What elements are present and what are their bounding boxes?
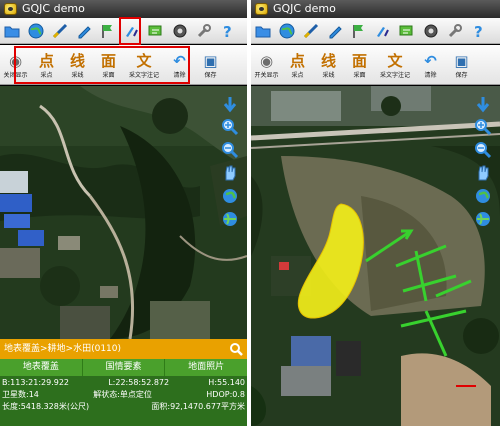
- zoom-out-icon[interactable]: [219, 140, 241, 160]
- tool-collect-text-button[interactable]: 文 采文字注记: [375, 45, 415, 85]
- wrench-icon[interactable]: [195, 22, 213, 40]
- svg-text:?: ?: [223, 23, 232, 40]
- info-breadcrumb-bar[interactable]: 地表覆盖>耕地>水田(0110): [0, 339, 247, 359]
- tab-land-cover[interactable]: 地表覆盖: [0, 359, 83, 376]
- full-extent-icon[interactable]: [219, 186, 241, 206]
- pan-hand-icon[interactable]: [472, 163, 494, 183]
- satellite-row: 卫星数:14 解状态:单点定位 HDOP:0.8: [2, 389, 245, 401]
- measurement-row: 长度:5418.328米(公尺) 面积:92,1470.677平方米: [2, 401, 245, 413]
- satellite-map[interactable]: [251, 86, 500, 426]
- coordinate-row: B:113:21:29.922 L:22:58:52.872 H:55.140: [2, 377, 245, 389]
- tab-national-features[interactable]: 国情要素: [83, 359, 166, 376]
- pan-hand-icon[interactable]: [219, 163, 241, 183]
- globe-icon[interactable]: [27, 22, 45, 40]
- title-bar: GQJC demo: [0, 0, 247, 18]
- flag-icon[interactable]: [99, 22, 117, 40]
- locate-globe-icon[interactable]: [472, 209, 494, 229]
- title-bar: GQJC demo: [251, 0, 500, 18]
- tool-clear-button[interactable]: ↶ 清除: [415, 45, 446, 85]
- collect-area-icon: 面: [351, 51, 367, 70]
- folder-icon[interactable]: [3, 22, 21, 40]
- collect-point-icon: 点: [289, 51, 305, 70]
- area-value: 面积:92,1470.677平方米: [151, 402, 245, 411]
- satellite-map[interactable]: [0, 86, 247, 339]
- pen-icon[interactable]: [326, 22, 344, 40]
- tool-collect-area-button[interactable]: 面 采面: [344, 45, 375, 85]
- zoom-in-icon[interactable]: [219, 117, 241, 137]
- tool-save-button[interactable]: ▣ 保存: [195, 45, 226, 85]
- left-phone-screen: GQJC demo ? ◉ 关闭显示 点 采点 线 采线 面 采面 文 采文字注…: [0, 0, 247, 426]
- eye-icon: ◉: [259, 51, 274, 70]
- tool-toggle-display-button[interactable]: ◉ 开关显示: [251, 45, 282, 85]
- tab-ground-photos[interactable]: 地面照片: [165, 359, 247, 376]
- feature-info-panel: 地表覆盖>耕地>水田(0110) 地表覆盖 国情要素 地面照片 B:113:21…: [0, 339, 247, 426]
- tool-collect-point-button[interactable]: 点 采点: [282, 45, 313, 85]
- app-title: GQJC demo: [273, 2, 336, 15]
- tool-label: 开关显示: [254, 71, 279, 79]
- help-icon[interactable]: ?: [219, 22, 237, 40]
- app-logo-icon: [255, 3, 268, 15]
- zoom-in-icon[interactable]: [472, 117, 494, 137]
- tool-label: 采点: [291, 71, 304, 79]
- gps-status-readout: B:113:21:29.922 L:22:58:52.872 H:55.140 …: [0, 376, 247, 426]
- svg-text:?: ?: [474, 23, 483, 40]
- info-tabs: 地表覆盖 国情要素 地面照片: [0, 359, 247, 376]
- map-zoom-controls: [219, 94, 241, 229]
- full-extent-icon[interactable]: [472, 186, 494, 206]
- app-title: GQJC demo: [22, 2, 85, 15]
- gear-icon[interactable]: [171, 22, 189, 40]
- layers-icon[interactable]: [147, 22, 165, 40]
- satellite-imagery: [251, 86, 500, 426]
- satellite-imagery: [0, 86, 247, 339]
- globe-icon[interactable]: [278, 22, 296, 40]
- highlight-box-edit-tools: [119, 17, 141, 45]
- map-zoom-controls: [472, 94, 494, 229]
- main-toolbar: ?: [251, 18, 500, 44]
- tool-label: 采线: [322, 71, 335, 79]
- screenshot-composite: GQJC demo ? ◉ 关闭显示 点 采点 线 采线 面 采面 文 采文字注…: [0, 0, 500, 426]
- length-value: 长度:5418.328米(公尺): [2, 402, 90, 411]
- right-phone-screen: GQJC demo ? ◉ 开关显示 点 采点 线 采线 面 采面 文 采文字注…: [251, 0, 500, 426]
- solution-status: 解状态:单点定位: [93, 390, 152, 399]
- zoom-down-icon[interactable]: [472, 94, 494, 114]
- measure-icon[interactable]: [302, 22, 320, 40]
- tool-label: 保存: [204, 71, 217, 79]
- folder-icon[interactable]: [254, 22, 272, 40]
- tool-label: 采文字注记: [379, 71, 410, 79]
- zoom-out-icon[interactable]: [472, 140, 494, 160]
- tool-collect-line-button[interactable]: 线 采线: [313, 45, 344, 85]
- height-value: H:55.140: [208, 378, 245, 387]
- tool-save-button[interactable]: ▣ 保存: [446, 45, 477, 85]
- tool-label: 清除: [424, 71, 437, 79]
- info-breadcrumb: 地表覆盖>耕地>水田(0110): [4, 344, 122, 354]
- gear-icon[interactable]: [422, 22, 440, 40]
- collect-toolbar: ◉ 开关显示 点 采点 线 采线 面 采面 文 采文字注记 ↶ 清除 ▣ 保存: [251, 45, 500, 85]
- pen-icon[interactable]: [75, 22, 93, 40]
- app-logo-icon: [4, 3, 17, 15]
- collect-line-icon: 线: [320, 51, 336, 70]
- flag-icon[interactable]: [350, 22, 368, 40]
- search-icon[interactable]: [229, 342, 243, 356]
- tool-label: 采面: [353, 71, 366, 79]
- tool-label: 保存: [455, 71, 468, 79]
- save-icon: ▣: [454, 51, 469, 70]
- locate-globe-icon[interactable]: [219, 209, 241, 229]
- zoom-down-icon[interactable]: [219, 94, 241, 114]
- latitude-value: B:113:21:29.922: [2, 378, 70, 387]
- layers-icon[interactable]: [398, 22, 416, 40]
- help-icon[interactable]: ?: [470, 22, 488, 40]
- measure-icon[interactable]: [51, 22, 69, 40]
- wrench-icon[interactable]: [446, 22, 464, 40]
- collect-text-icon: 文: [387, 51, 403, 70]
- hdop-value: HDOP:0.8: [206, 390, 245, 399]
- save-icon: ▣: [203, 51, 218, 70]
- satellite-count: 卫星数:14: [2, 390, 39, 399]
- longitude-value: L:22:58:52.872: [108, 378, 170, 387]
- edit-tools-icon[interactable]: [374, 22, 392, 40]
- highlight-box-collect-tools: [14, 46, 190, 84]
- clear-icon: ↶: [424, 51, 437, 70]
